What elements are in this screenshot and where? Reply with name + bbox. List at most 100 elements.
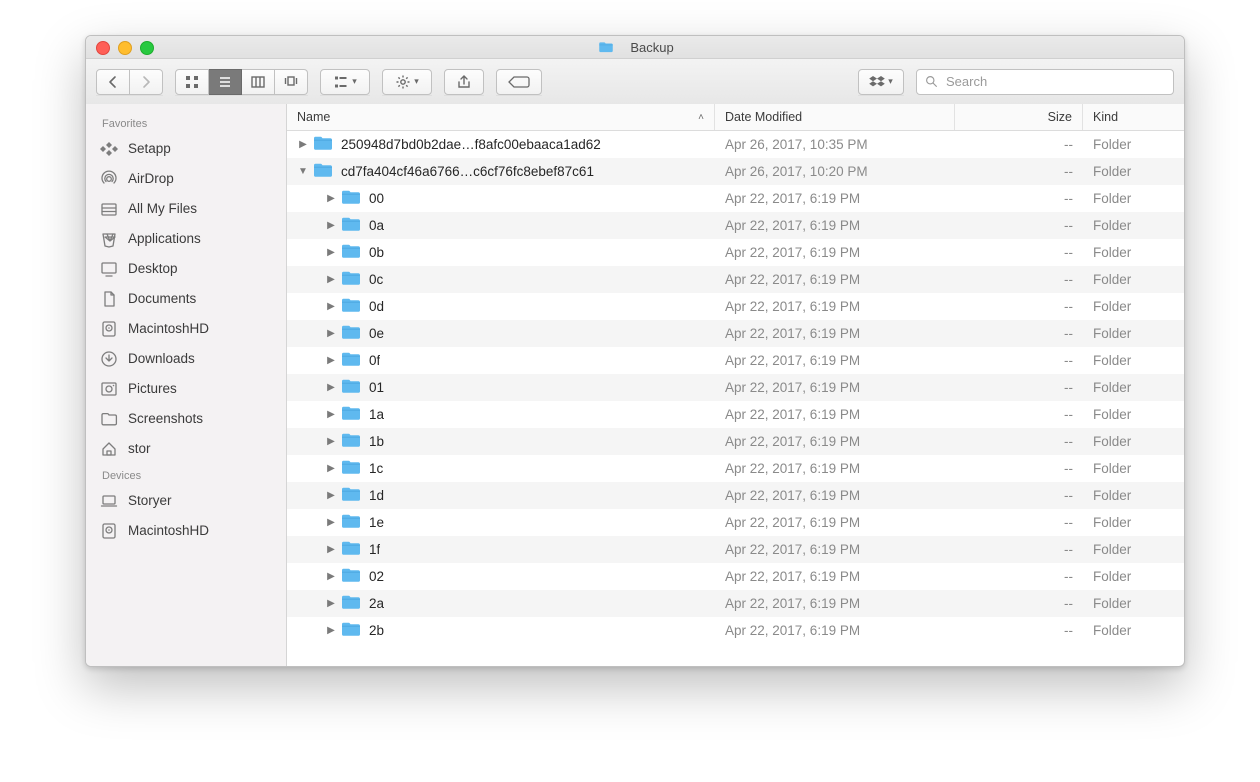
zoom-window-button[interactable]: [140, 41, 154, 55]
table-row[interactable]: ▶1eApr 22, 2017, 6:19 PM--Folder: [287, 509, 1184, 536]
disclosure-triangle[interactable]: ▶: [325, 274, 337, 285]
file-date: Apr 22, 2017, 6:19 PM: [725, 380, 860, 395]
minimize-window-button[interactable]: [118, 41, 132, 55]
file-name: 02: [369, 569, 384, 584]
file-kind: Folder: [1093, 515, 1131, 530]
action-button[interactable]: ▾: [382, 69, 432, 95]
file-name: 1b: [369, 434, 384, 449]
table-row[interactable]: ▶0eApr 22, 2017, 6:19 PM--Folder: [287, 320, 1184, 347]
sidebar-item-pictures[interactable]: Pictures: [86, 374, 286, 404]
table-row[interactable]: ▶01Apr 22, 2017, 6:19 PM--Folder: [287, 374, 1184, 401]
disclosure-triangle[interactable]: ▶: [297, 139, 309, 150]
sidebar-item-documents[interactable]: Documents: [86, 284, 286, 314]
table-row[interactable]: ▶1aApr 22, 2017, 6:19 PM--Folder: [287, 401, 1184, 428]
table-row[interactable]: ▼cd7fa404cf46a6766…c6cf76fc8ebef87c61Apr…: [287, 158, 1184, 185]
sidebar-item-storyer[interactable]: Storyer: [86, 486, 286, 516]
folder-icon: [596, 41, 616, 53]
sidebar-header-favorites: Favorites: [86, 112, 286, 134]
table-row[interactable]: ▶0aApr 22, 2017, 6:19 PM--Folder: [287, 212, 1184, 239]
sidebar-header-devices: Devices: [86, 464, 286, 486]
sort-ascending-icon: ˄: [698, 112, 704, 123]
disclosure-triangle[interactable]: ▶: [325, 625, 337, 636]
file-name: 1a: [369, 407, 384, 422]
forward-button[interactable]: [130, 69, 163, 95]
sidebar-item-desktop[interactable]: Desktop: [86, 254, 286, 284]
search-input[interactable]: [944, 73, 1165, 90]
dropbox-icon: [869, 74, 885, 90]
table-row[interactable]: ▶02Apr 22, 2017, 6:19 PM--Folder: [287, 563, 1184, 590]
sidebar-item-label: Downloads: [128, 348, 195, 370]
disclosure-triangle[interactable]: ▶: [325, 490, 337, 501]
sidebar-item-all-my-files[interactable]: All My Files: [86, 194, 286, 224]
file-size: --: [1064, 272, 1073, 287]
table-row[interactable]: ▶250948d7bd0b2dae…f8afc00ebaaca1ad62Apr …: [287, 131, 1184, 158]
file-date: Apr 22, 2017, 6:19 PM: [725, 461, 860, 476]
sidebar-item-macintoshhd[interactable]: MacintoshHD: [86, 314, 286, 344]
folder-icon: [341, 351, 369, 370]
column-name[interactable]: Name ˄: [287, 104, 715, 130]
column-size[interactable]: Size: [955, 104, 1083, 130]
table-row[interactable]: ▶0bApr 22, 2017, 6:19 PM--Folder: [287, 239, 1184, 266]
disclosure-triangle[interactable]: ▼: [297, 166, 309, 177]
disclosure-triangle[interactable]: ▶: [325, 598, 337, 609]
file-date: Apr 22, 2017, 6:19 PM: [725, 299, 860, 314]
file-date: Apr 22, 2017, 6:19 PM: [725, 488, 860, 503]
table-row[interactable]: ▶1dApr 22, 2017, 6:19 PM--Folder: [287, 482, 1184, 509]
disclosure-triangle[interactable]: ▶: [325, 517, 337, 528]
list-icon: [217, 74, 233, 90]
table-row[interactable]: ▶00Apr 22, 2017, 6:19 PM--Folder: [287, 185, 1184, 212]
search-field[interactable]: [916, 69, 1174, 95]
disclosure-triangle[interactable]: ▶: [325, 328, 337, 339]
disclosure-triangle[interactable]: ▶: [325, 247, 337, 258]
sidebar-item-stor[interactable]: stor: [86, 434, 286, 464]
table-row[interactable]: ▶0cApr 22, 2017, 6:19 PM--Folder: [287, 266, 1184, 293]
column-view-button[interactable]: [242, 69, 275, 95]
sidebar-item-macintoshhd[interactable]: MacintoshHD: [86, 516, 286, 546]
sidebar-item-applications[interactable]: Applications: [86, 224, 286, 254]
file-size: --: [1064, 542, 1073, 557]
disclosure-triangle[interactable]: ▶: [325, 436, 337, 447]
disclosure-triangle[interactable]: ▶: [325, 193, 337, 204]
column-date[interactable]: Date Modified: [715, 104, 955, 130]
table-row[interactable]: ▶1cApr 22, 2017, 6:19 PM--Folder: [287, 455, 1184, 482]
icon-view-button[interactable]: [175, 69, 209, 95]
disclosure-triangle[interactable]: ▶: [325, 409, 337, 420]
table-row[interactable]: ▶2bApr 22, 2017, 6:19 PM--Folder: [287, 617, 1184, 644]
arrange-button[interactable]: ▾: [320, 69, 370, 95]
disclosure-triangle[interactable]: ▶: [325, 463, 337, 474]
disclosure-triangle[interactable]: ▶: [325, 355, 337, 366]
back-button[interactable]: [96, 69, 130, 95]
file-name: 1d: [369, 488, 384, 503]
list-view-button[interactable]: [209, 69, 242, 95]
table-row[interactable]: ▶1bApr 22, 2017, 6:19 PM--Folder: [287, 428, 1184, 455]
disclosure-triangle[interactable]: ▶: [325, 571, 337, 582]
gallery-view-button[interactable]: [275, 69, 308, 95]
share-button[interactable]: [444, 69, 484, 95]
titlebar: Backup: [86, 36, 1184, 59]
sidebar-item-airdrop[interactable]: AirDrop: [86, 164, 286, 194]
disclosure-triangle[interactable]: ▶: [325, 382, 337, 393]
table-row[interactable]: ▶0fApr 22, 2017, 6:19 PM--Folder: [287, 347, 1184, 374]
disclosure-triangle[interactable]: ▶: [325, 301, 337, 312]
table-row[interactable]: ▶0dApr 22, 2017, 6:19 PM--Folder: [287, 293, 1184, 320]
disclosure-triangle[interactable]: ▶: [325, 544, 337, 555]
table-row[interactable]: ▶2aApr 22, 2017, 6:19 PM--Folder: [287, 590, 1184, 617]
view-switcher: [175, 69, 308, 95]
dropbox-button[interactable]: ▾: [858, 69, 904, 95]
file-kind: Folder: [1093, 407, 1131, 422]
chevron-right-icon: [138, 74, 154, 90]
file-kind: Folder: [1093, 569, 1131, 584]
sidebar-item-setapp[interactable]: Setapp: [86, 134, 286, 164]
all-my-files-icon: [100, 200, 118, 218]
disclosure-triangle[interactable]: ▶: [325, 220, 337, 231]
column-headers: Name ˄ Date Modified Size Kind: [287, 104, 1184, 131]
file-size: --: [1064, 353, 1073, 368]
table-row[interactable]: ▶1fApr 22, 2017, 6:19 PM--Folder: [287, 536, 1184, 563]
sidebar-item-downloads[interactable]: Downloads: [86, 344, 286, 374]
file-kind: Folder: [1093, 380, 1131, 395]
sidebar-item-screenshots[interactable]: Screenshots: [86, 404, 286, 434]
tags-button[interactable]: [496, 69, 542, 95]
close-window-button[interactable]: [96, 41, 110, 55]
file-name: cd7fa404cf46a6766…c6cf76fc8ebef87c61: [341, 164, 594, 179]
column-kind[interactable]: Kind: [1083, 104, 1184, 130]
